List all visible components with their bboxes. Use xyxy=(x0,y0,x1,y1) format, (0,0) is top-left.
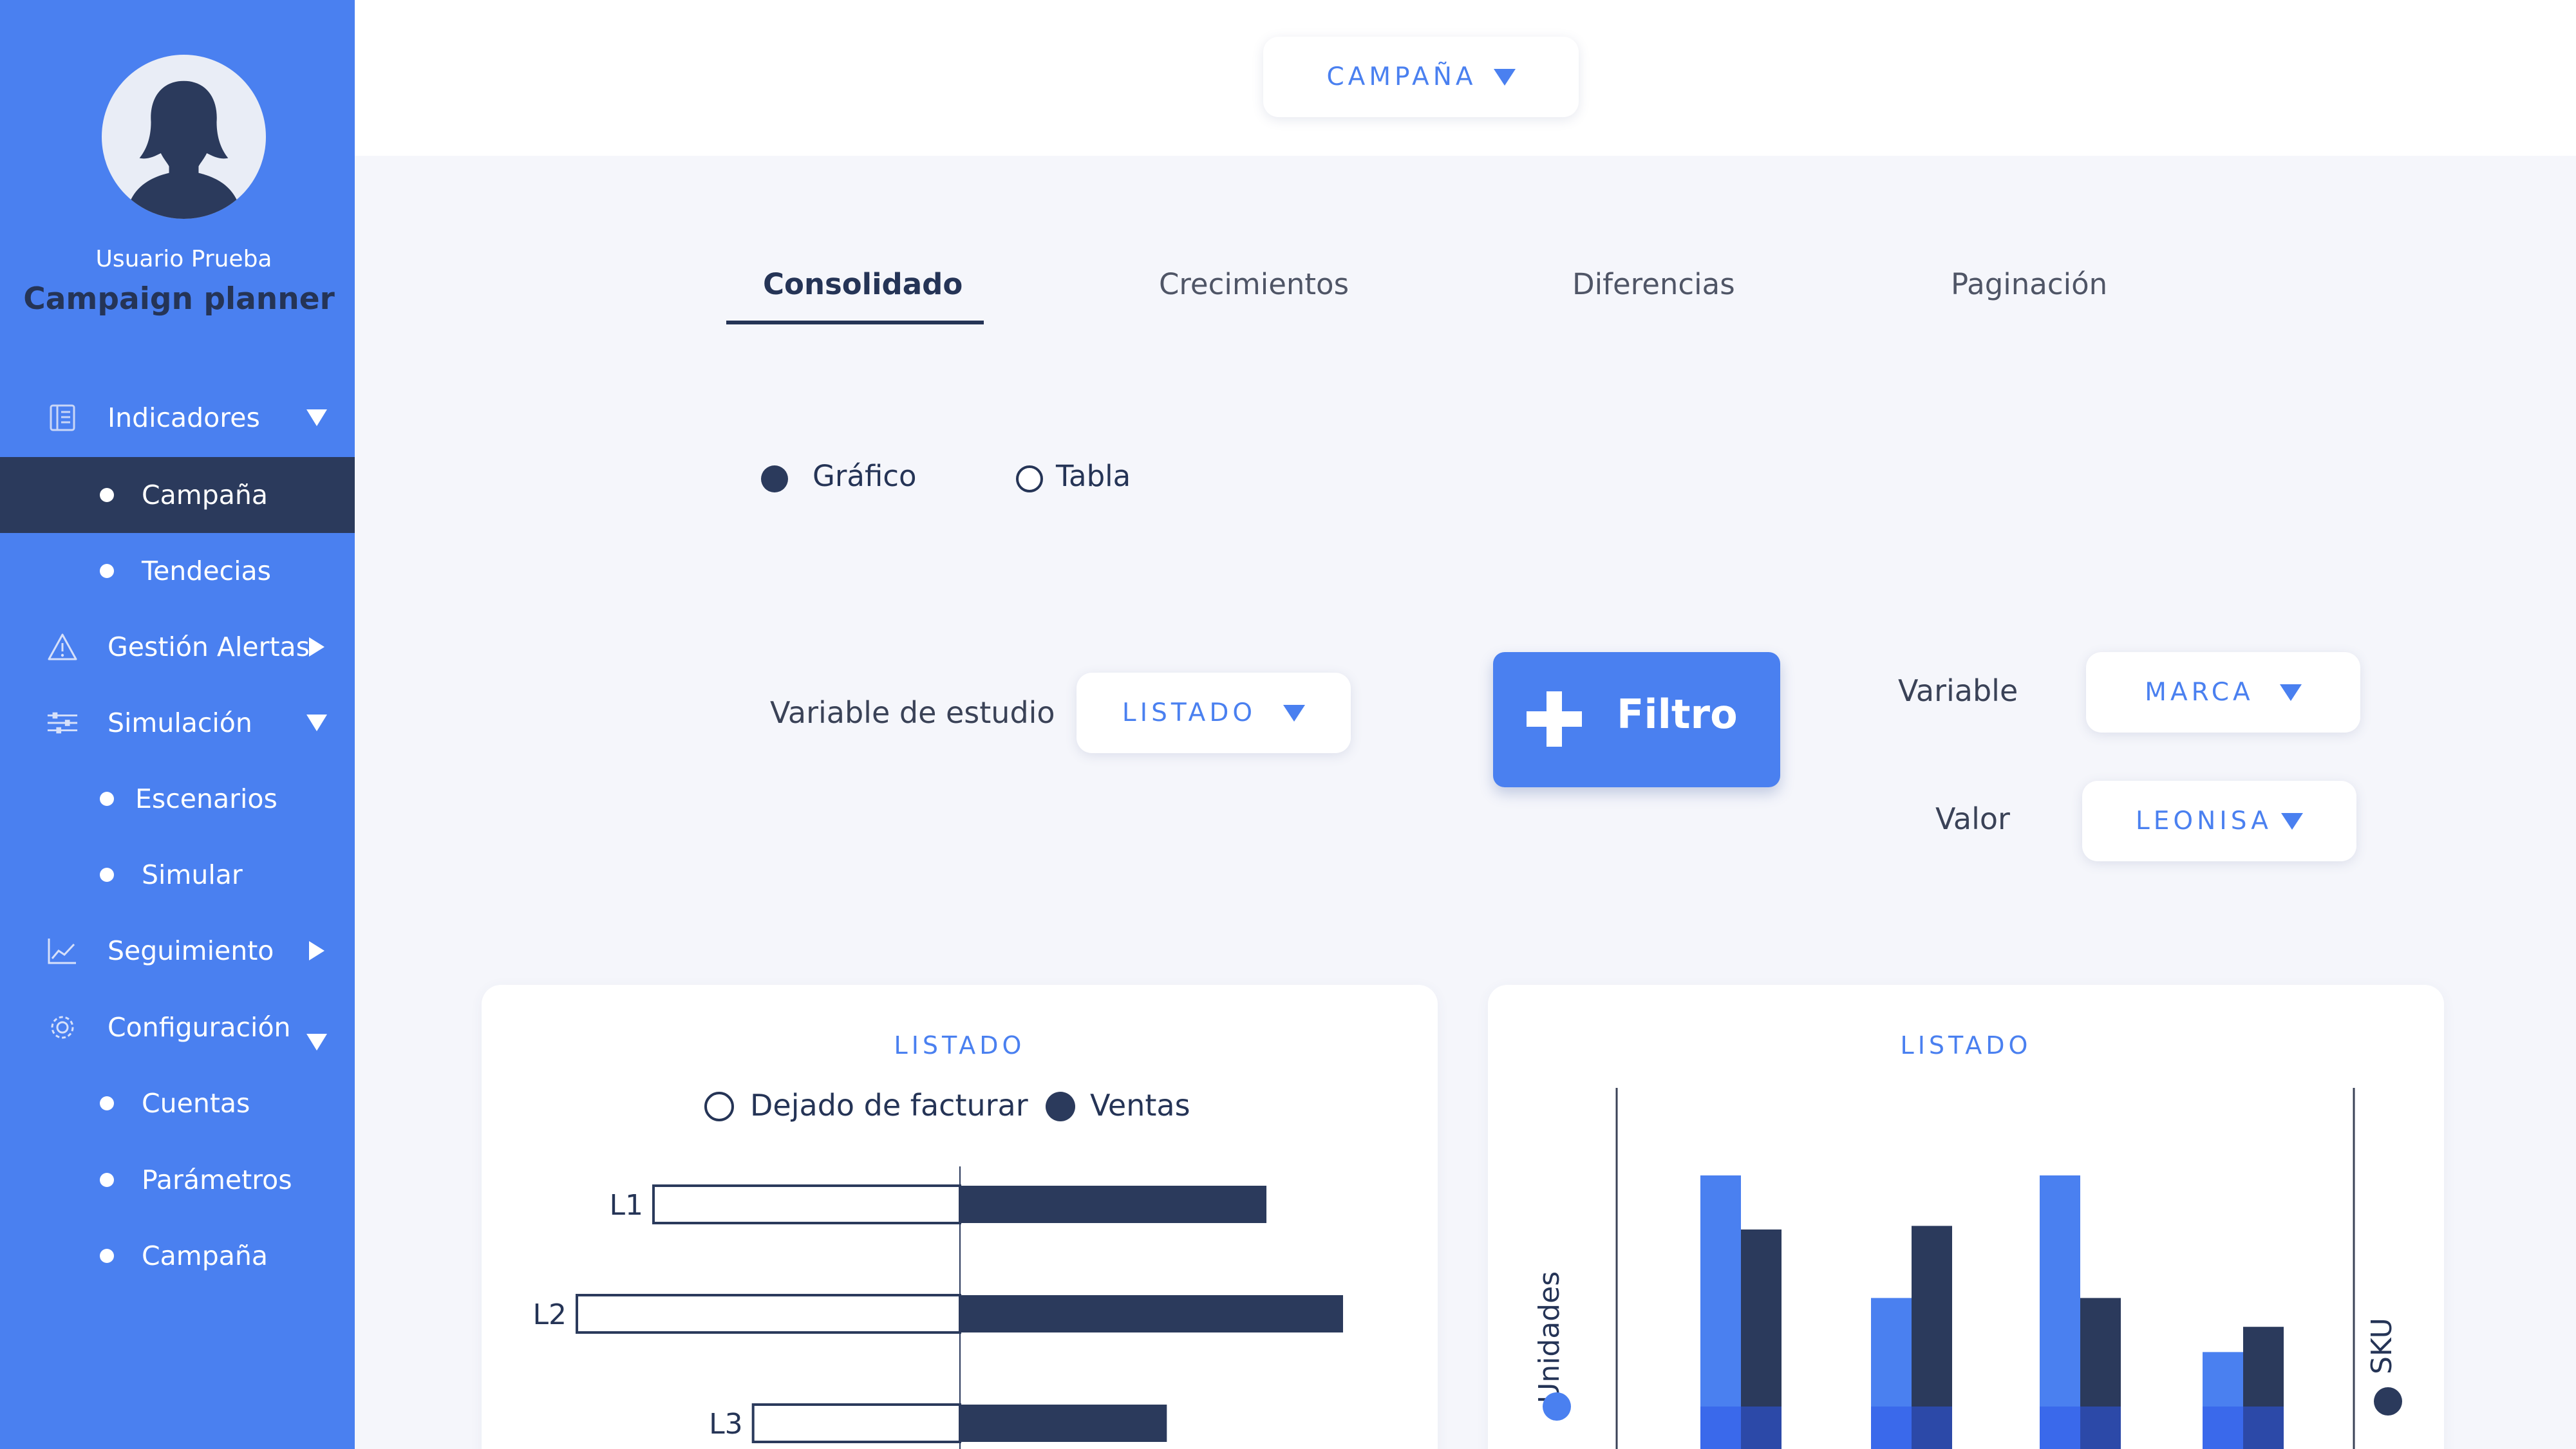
sidebar-item-escenarios[interactable]: Escenarios xyxy=(0,761,355,837)
bar-dejado-de-facturar xyxy=(652,1184,961,1224)
plus-icon xyxy=(1527,691,1582,747)
chevron-right-icon[interactable] xyxy=(304,634,330,660)
column-base-overlay xyxy=(2203,1407,2284,1449)
radio-grafico-label: Gráfico xyxy=(813,459,917,493)
sidebar-item-label: Simulación xyxy=(108,707,252,738)
category-tick-label: L3 xyxy=(709,1408,743,1441)
active-tab-indicator xyxy=(726,321,984,324)
chevron-right-icon[interactable] xyxy=(304,938,330,964)
study-variable-dropdown[interactable]: LISTADO xyxy=(1076,673,1351,753)
chart-listado-columns: Unidades SKU xyxy=(1533,1088,2402,1449)
bar-ventas xyxy=(960,1295,1343,1332)
value-value: LEONISA xyxy=(2136,807,2272,836)
sidebar-item-simular[interactable]: Simular xyxy=(0,837,355,913)
bullet-icon xyxy=(100,1173,114,1187)
warning-icon xyxy=(46,631,79,663)
sidebar-item-campana-config[interactable]: Campaña xyxy=(0,1218,355,1294)
sidebar-item-tendecias[interactable]: Tendecias xyxy=(0,533,355,609)
chart-card-listado-left: LISTADO Dejado de facturar Ventas L1 L2 L3 xyxy=(482,985,1438,1449)
sidebar-item-cuentas[interactable]: Cuentas xyxy=(0,1065,355,1141)
variable-dropdown[interactable]: MARCA xyxy=(2086,652,2360,733)
bullet-icon xyxy=(100,792,114,806)
app-name: Campaign planner xyxy=(23,281,335,317)
sidebar-item-gestion-alertas[interactable]: Gestión Alertas xyxy=(0,609,355,685)
user-silhouette-icon xyxy=(129,80,238,219)
user-avatar[interactable] xyxy=(102,55,266,219)
sidebar-item-label: Campaña xyxy=(142,480,268,510)
variable-label: Variable xyxy=(1898,673,2018,708)
sidebar-item-label: Configuración xyxy=(108,1012,291,1043)
study-variable-value: LISTADO xyxy=(1122,698,1257,727)
bullet-icon xyxy=(100,564,114,578)
bullet-icon xyxy=(100,868,114,882)
gear-icon xyxy=(46,1011,79,1043)
bar-dejado-de-facturar xyxy=(751,1403,961,1443)
bar-ventas xyxy=(960,1405,1167,1442)
sidebar-item-label: Campaña xyxy=(142,1240,268,1271)
bullet-icon xyxy=(100,1249,114,1263)
sidebar-item-label: Simular xyxy=(142,859,243,890)
sidebar-item-label: Tendecias xyxy=(142,556,271,586)
radio-grafico[interactable] xyxy=(761,465,788,492)
user-name: Usuario Prueba xyxy=(95,246,272,272)
tab-crecimientos[interactable]: Crecimientos xyxy=(1159,267,1349,301)
left-axis-label: Unidades xyxy=(1533,1271,1566,1403)
bar-dejado-de-facturar xyxy=(576,1294,961,1334)
chevron-down-icon[interactable] xyxy=(304,405,330,431)
sidebar-item-label: Cuentas xyxy=(142,1088,250,1119)
sidebar-item-label: Gestión Alertas xyxy=(108,631,310,662)
sidebar-item-label: Parámetros xyxy=(142,1164,292,1195)
caret-down-icon xyxy=(2279,684,2302,701)
radio-tabla[interactable] xyxy=(1016,465,1043,492)
sidebar-item-parametros[interactable]: Parámetros xyxy=(0,1142,355,1218)
chevron-down-icon[interactable] xyxy=(304,710,330,736)
caret-down-icon xyxy=(1283,704,1306,722)
right-axis-label: SKU xyxy=(2365,1318,2398,1374)
sidebar-item-label: Seguimiento xyxy=(108,935,274,966)
column-base-overlay xyxy=(1700,1407,1782,1449)
sidebar: Usuario Prueba Campaign planner Indicado… xyxy=(0,0,355,1449)
filter-button[interactable]: Filtro xyxy=(1493,652,1780,787)
tab-diferencias[interactable]: Diferencias xyxy=(1572,267,1735,301)
left-axis-legend-dot xyxy=(1543,1392,1571,1421)
sliders-icon xyxy=(46,707,79,739)
chart-listado-diverging: L1 L2 L3 xyxy=(532,1166,1343,1449)
sidebar-item-simulacion[interactable]: Simulación xyxy=(0,685,355,761)
sidebar-item-label: Indicadores xyxy=(108,402,260,433)
bar-ventas xyxy=(960,1186,1266,1223)
column-base-overlay xyxy=(1871,1407,1952,1449)
category-tick-label: L1 xyxy=(609,1189,643,1222)
bullet-icon xyxy=(100,1096,114,1110)
study-variable-label: Variable de estudio xyxy=(770,695,1055,730)
sidebar-item-configuracion[interactable]: Configuración xyxy=(0,989,355,1065)
tab-consolidado[interactable]: Consolidado xyxy=(763,267,963,301)
value-dropdown[interactable]: LEONISA xyxy=(2082,781,2356,861)
category-tick-label: L2 xyxy=(532,1298,567,1331)
sidebar-item-indicadores[interactable]: Indicadores xyxy=(0,380,355,456)
bullet-icon xyxy=(100,488,114,502)
sidebar-item-label: Escenarios xyxy=(135,783,277,814)
right-axis-legend-dot xyxy=(2374,1387,2402,1416)
caret-down-icon xyxy=(1493,68,1516,86)
document-icon xyxy=(46,402,79,434)
caret-down-icon xyxy=(2280,812,2303,830)
sidebar-item-campana[interactable]: Campaña xyxy=(0,457,355,533)
chart-card-listado-right: LISTADO Unidades SKU xyxy=(1488,985,2444,1449)
campaign-selector-label: CAMPAÑA xyxy=(1326,62,1477,91)
line-chart-icon xyxy=(46,935,79,967)
tab-paginacion[interactable]: Paginación xyxy=(1951,267,2107,301)
chevron-down-icon[interactable] xyxy=(304,1029,330,1055)
sidebar-item-seguimiento[interactable]: Seguimiento xyxy=(0,913,355,989)
value-label: Valor xyxy=(1935,801,2010,836)
campaign-selector[interactable]: CAMPAÑA xyxy=(1263,37,1579,117)
filter-button-label: Filtro xyxy=(1617,691,1738,738)
column-base-overlay xyxy=(2040,1407,2121,1449)
variable-value: MARCA xyxy=(2145,678,2254,707)
radio-tabla-label: Tabla xyxy=(1056,459,1131,493)
